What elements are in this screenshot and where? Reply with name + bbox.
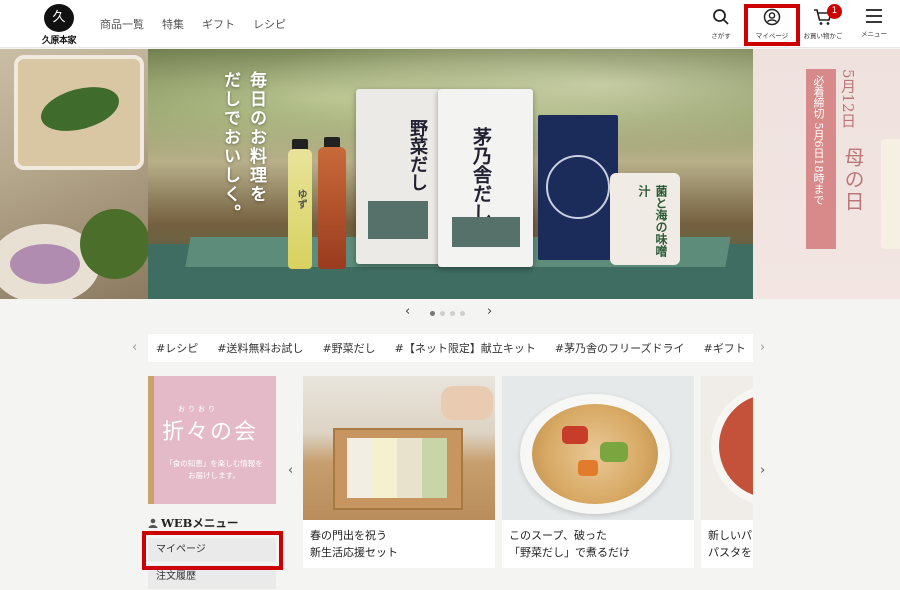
- bag-label: 菌と海の味噌汁: [637, 185, 668, 257]
- menu-label: メニュー: [861, 30, 887, 38]
- search-button[interactable]: さがす: [696, 6, 746, 42]
- features-next-arrow[interactable]: ›: [760, 463, 765, 478]
- feature-caption: 春の門出を祝う 新生活応援セット: [310, 527, 398, 561]
- feature-caption-line1: このスープ、破った: [509, 529, 608, 542]
- club-subtitle: 「食の知恵」を楽しむ情報をお届けします。: [165, 459, 263, 480]
- pack-window: [452, 217, 520, 247]
- tag-item[interactable]: #野菜だし: [322, 340, 375, 356]
- pack-label-yasai: 野菜だし: [407, 119, 428, 191]
- tag-item[interactable]: #茅乃舎のフリーズドライ: [555, 340, 685, 356]
- user-icon: [148, 518, 158, 528]
- green-vegetable: [600, 442, 628, 462]
- cart-button[interactable]: 1 お買い物かご: [798, 4, 848, 42]
- feature-caption: 新しいパ パスタを: [708, 527, 752, 561]
- kayanoya-dashi-pack: 茅乃舎だし: [438, 89, 533, 267]
- carousel-dot[interactable]: [450, 311, 455, 316]
- hero-next-slide-peek[interactable]: 必着締切 5月6日18時まで 5月12日 母の日: [753, 49, 900, 299]
- global-nav: 商品一覧 特集 ギフト レシピ: [100, 16, 286, 32]
- webmenu-title: WEBメニュー: [161, 516, 239, 530]
- feature-caption-line1: 春の門出を祝う: [310, 529, 387, 542]
- highlight-box-mypage-menu: [142, 531, 283, 570]
- feature-caption-line2: 新生活応援セット: [310, 546, 398, 559]
- bottle-label: ゆず: [295, 189, 306, 209]
- search-icon: [713, 9, 729, 25]
- nav-item-recipe[interactable]: レシピ: [253, 16, 286, 32]
- brand-logo[interactable]: 久 久原本家: [34, 4, 84, 46]
- feature-image-soup: [502, 376, 694, 520]
- carousel-next-arrow[interactable]: ›: [487, 304, 492, 319]
- feature-card[interactable]: 新しいパ パスタを: [701, 376, 753, 568]
- logo-mark: 久: [44, 4, 74, 32]
- carousel-dots: [430, 311, 465, 316]
- highlight-box-mypage-icon: [744, 4, 800, 46]
- feature-card[interactable]: 春の門出を祝う 新生活応援セット: [303, 376, 495, 568]
- feature-caption-line2: 「野菜だし」で煮るだけ: [509, 546, 630, 559]
- dressing-bottle: [318, 147, 346, 269]
- pasta-plate: [711, 386, 753, 506]
- soup-broth: [532, 404, 658, 504]
- hero-copy-line1: 毎日のお料理を: [246, 71, 266, 204]
- products-in-box: [347, 438, 447, 498]
- features-prev-arrow[interactable]: ‹: [288, 463, 293, 478]
- cart-label: お買い物かご: [803, 32, 843, 40]
- carousel-dot[interactable]: [440, 311, 445, 316]
- tag-item[interactable]: #送料無料お試し: [217, 340, 303, 356]
- feature-caption-line1: 新しいパ: [708, 529, 752, 542]
- vegetable-dashi-pack: 野菜だし: [356, 89, 441, 264]
- tag-item[interactable]: #ギフト: [704, 340, 746, 356]
- club-title: 折々の会: [162, 420, 259, 445]
- miso-soup-bag: 菌と海の味噌汁: [610, 173, 680, 265]
- pack-window: [368, 201, 428, 239]
- shiso-leaf-image: [80, 209, 150, 279]
- nav-item-gift[interactable]: ギフト: [202, 16, 235, 32]
- gift-box: [538, 115, 618, 260]
- nav-item-features[interactable]: 特集: [162, 16, 184, 32]
- mothers-day-date: 5月12日: [839, 69, 857, 128]
- feature-caption-line2: パスタを: [708, 546, 752, 559]
- hamburger-icon: [866, 9, 882, 23]
- gift-jar-image: [881, 139, 900, 249]
- nav-item-products[interactable]: 商品一覧: [100, 16, 144, 32]
- hero-carousel[interactable]: 毎日のお料理を だしでおいしく。 ゆず 野菜だし 茅乃舎だし 菌と海の味噌汁 必…: [0, 49, 900, 299]
- mothers-day-title: 母の日: [841, 147, 865, 213]
- cart-count-badge: 1: [827, 4, 842, 19]
- carousel-dot[interactable]: [460, 311, 465, 316]
- hero-main-slide[interactable]: 毎日のお料理を だしでおいしく。 ゆず 野菜だし 茅乃舎だし 菌と海の味噌汁: [148, 49, 753, 299]
- feature-image-gift-box: [303, 376, 495, 520]
- hashtag-bar: #レシピ #送料無料お試し #野菜だし #【ネット限定】献立キット #茅乃舎のフ…: [148, 334, 753, 362]
- orioori-club-banner[interactable]: おりおり 折々の会 「食の知恵」を楽しむ情報をお届けします。: [148, 376, 276, 504]
- carrot-piece: [578, 460, 598, 476]
- banner-stripe: [148, 376, 154, 504]
- hand-with-card: [441, 386, 493, 420]
- pack-label-kayanoya: 茅乃舎だし: [470, 127, 492, 222]
- hero-copy: 毎日のお料理を だしでおいしく。: [218, 71, 270, 231]
- club-ruby: おりおり: [178, 405, 218, 413]
- feature-caption: このスープ、破った 「野菜だし」で煮るだけ: [509, 527, 630, 561]
- tomato-piece: [562, 426, 588, 444]
- onion-image: [10, 244, 80, 284]
- mothers-day-deadline: 必着締切 5月6日18時まで: [812, 75, 825, 206]
- search-label: さがす: [711, 32, 731, 40]
- feature-card[interactable]: このスープ、破った 「野菜だし」で煮るだけ: [502, 376, 694, 568]
- carousel-dot[interactable]: [430, 311, 435, 316]
- yuzu-bottle: ゆず: [288, 149, 312, 269]
- menu-button[interactable]: メニュー: [849, 6, 899, 42]
- carousel-prev-arrow[interactable]: ‹: [405, 304, 410, 319]
- webmenu-heading: WEBメニュー: [148, 515, 238, 531]
- logo-text: 久原本家: [41, 36, 77, 46]
- feature-image-pasta: [701, 376, 753, 520]
- tag-item[interactable]: #レシピ: [156, 340, 198, 356]
- carousel-controls: ‹ ›: [405, 304, 497, 322]
- hero-prev-slide-peek[interactable]: [0, 49, 150, 299]
- tags-next-arrow[interactable]: ›: [760, 340, 765, 355]
- box-ring: [546, 155, 610, 219]
- hero-copy-line2: だしでおいしく。: [220, 71, 240, 223]
- tags-prev-arrow[interactable]: ‹: [132, 340, 137, 355]
- tag-item[interactable]: #【ネット限定】献立キット: [395, 340, 536, 356]
